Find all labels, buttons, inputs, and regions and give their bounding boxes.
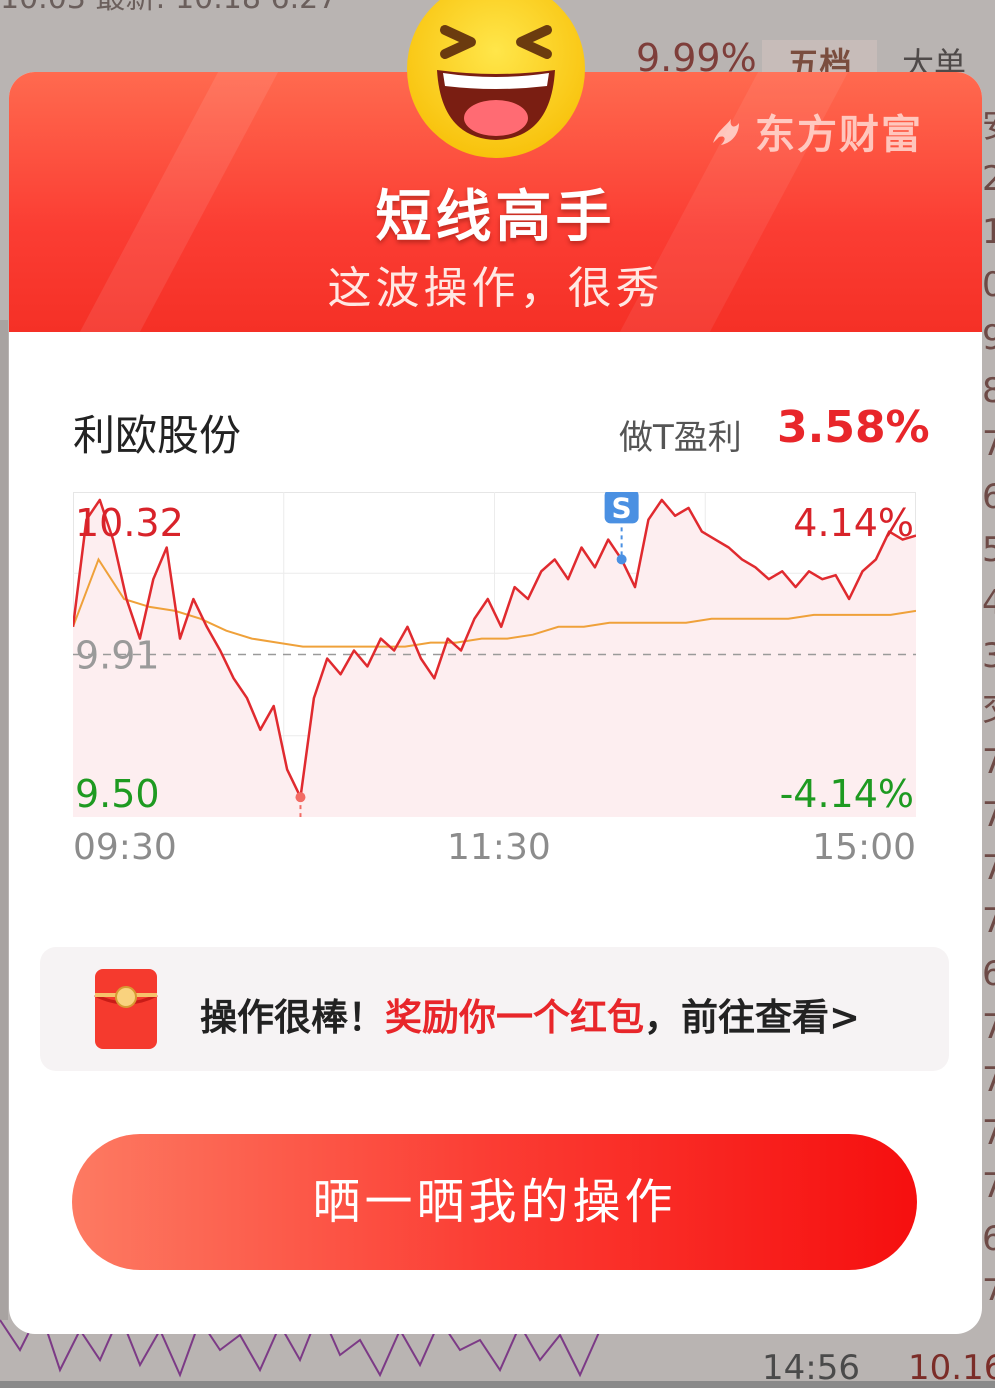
reward-text: 操作很棒！奖励你一个红包，前往查看> [200, 987, 860, 1041]
pct-min-label: -4.14% [780, 772, 914, 816]
bg-price: 10.16 [908, 1348, 995, 1388]
bg-right-column-char: 7 [982, 424, 995, 464]
red-envelope-icon [94, 969, 158, 1049]
bg-left-column [0, 320, 8, 1320]
share-button[interactable]: 晒一晒我的操作 [72, 1134, 917, 1270]
bg-right-column-char: 6 [982, 954, 995, 994]
time-label-close: 15:00 [812, 827, 916, 868]
marker-dot [616, 554, 627, 565]
bg-right-column-char: 安 [982, 100, 995, 153]
bg-right-column-char: 9 [982, 318, 995, 358]
bg-right-column-char: 7 [982, 1166, 995, 1206]
reward-banner[interactable]: 操作很棒！奖励你一个红包，前往查看> [40, 947, 949, 1071]
brand-name: 东方财富 [755, 112, 923, 158]
brand-flame-icon [713, 119, 739, 145]
y-min-label: 9.50 [75, 772, 160, 816]
intraday-chart: 10.329.919.504.14%-4.14%BS [73, 492, 916, 817]
brand-logo: 东方财富 [709, 102, 923, 160]
bg-right-column-char: 7 [982, 1007, 995, 1047]
modal-title: 短线高手 [375, 185, 616, 250]
bg-right-column-char: 8 [982, 371, 995, 411]
bg-right-column-char: 7 [982, 1060, 995, 1100]
bg-right-column-char: 0 [982, 265, 995, 305]
bg-right-column-char: 6 [982, 477, 995, 517]
time-label-noon: 11:30 [447, 827, 551, 868]
stock-name: 利欧股份 [73, 411, 242, 460]
laughing-emoji-icon [407, 0, 585, 158]
achievement-modal: 东方财富 短线高手 这波操作，很秀 利欧股份 做T盈利 3.58% 10.32 9… [9, 72, 982, 1334]
reward-link[interactable]: ，前往查看> [644, 996, 860, 1039]
bg-right-column-char: 7 [982, 742, 995, 782]
y-max-label: 10.32 [75, 501, 184, 545]
profit-label: 做T盈利 [619, 418, 742, 458]
bg-right-column: 安2109876543交777767777676 [982, 100, 995, 1300]
bg-right-column-char: 3 [982, 636, 995, 676]
profit-value: 3.58% [777, 402, 930, 453]
bg-right-column-char: 7 [982, 795, 995, 835]
pct-max-label: 4.14% [793, 501, 914, 545]
bg-right-column-char: 2 [982, 159, 995, 199]
bg-right-column-char: 交 [982, 683, 995, 736]
bg-right-column-char: 5 [982, 530, 995, 570]
bg-right-column-char: 6 [982, 1219, 995, 1259]
bg-right-column-char: 7 [982, 901, 995, 941]
y-ref-label: 9.91 [75, 634, 160, 678]
time-label-open: 09:30 [73, 827, 177, 868]
marker-dot [295, 792, 306, 803]
bg-right-column-char: 4 [982, 583, 995, 623]
sell-marker-label: S [612, 492, 632, 524]
bg-right-column-char: 7 [982, 1113, 995, 1153]
modal-subtitle: 这波操作，很秀 [327, 263, 664, 314]
bg-time: 14:56 [762, 1348, 860, 1388]
bg-right-column-char: 1 [982, 212, 995, 252]
chart-time-axis: 09:30 11:30 15:00 [73, 827, 916, 877]
reward-highlight: 奖励你一个红包 [385, 996, 644, 1039]
reward-prefix: 操作很棒！ [200, 996, 385, 1039]
bg-right-column-char: 7 [982, 848, 995, 888]
